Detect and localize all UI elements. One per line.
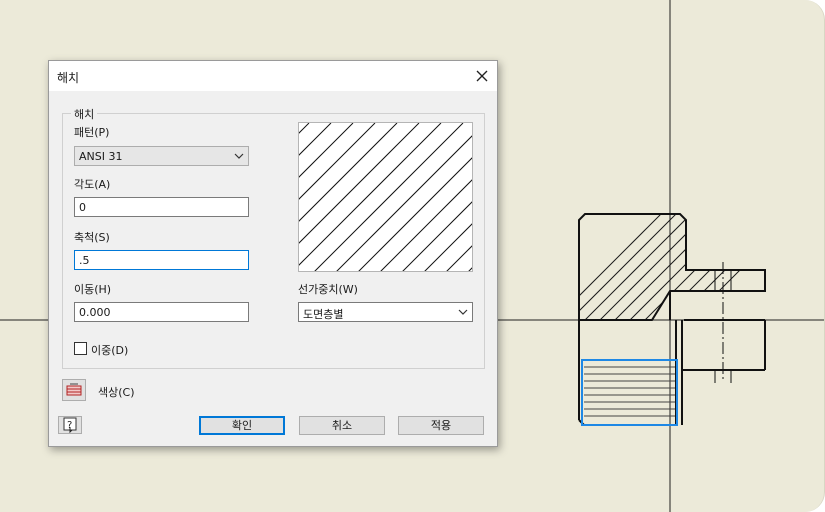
scale-input[interactable]: .5: [74, 250, 249, 270]
pattern-label: 패턴(P): [74, 126, 110, 139]
scale-label: 축척(S): [74, 231, 110, 244]
close-icon[interactable]: [473, 67, 491, 85]
double-label: 이중(D): [91, 344, 129, 357]
double-checkbox[interactable]: [74, 342, 87, 355]
offset-label: 이동(H): [74, 283, 112, 296]
line-weight-value: 도면층별: [303, 308, 344, 321]
angle-label: 각도(A): [74, 178, 111, 191]
color-swatch-icon: [66, 383, 82, 396]
selected-region: [581, 359, 678, 426]
color-label: 색상(C): [98, 386, 135, 399]
apply-button[interactable]: 적용: [398, 416, 484, 435]
cancel-button[interactable]: 취소: [299, 416, 385, 435]
hatch-preview-graphic: [288, 122, 618, 298]
selected-region-hatch: [584, 366, 675, 417]
line-weight-dropdown[interactable]: 도면층별: [298, 302, 473, 322]
chevron-down-icon: [458, 309, 468, 315]
dialog-titlebar[interactable]: 해치: [49, 61, 497, 91]
pattern-value: ANSI 31: [79, 150, 123, 163]
color-button[interactable]: [62, 379, 86, 401]
hatch-dialog: 해치 해치 패턴(P) ANSI 31 각도(A) 0 축척(S) .5 이동(…: [48, 60, 618, 447]
pattern-preview: [288, 122, 618, 298]
line-weight-label: 선가중치(W): [298, 283, 358, 296]
section-hatch: [579, 214, 765, 320]
offset-input[interactable]: 0.000: [74, 302, 249, 322]
ok-button[interactable]: 확인: [199, 416, 285, 435]
dialog-title: 해치: [57, 71, 80, 85]
group-label: 해치: [71, 106, 98, 122]
part-outline-upper: [578, 213, 766, 321]
help-icon: ?: [63, 417, 77, 434]
angle-input[interactable]: 0: [74, 197, 249, 217]
help-button[interactable]: ?: [58, 416, 82, 434]
pattern-dropdown[interactable]: ANSI 31: [74, 146, 249, 166]
chevron-down-icon: [234, 153, 244, 159]
